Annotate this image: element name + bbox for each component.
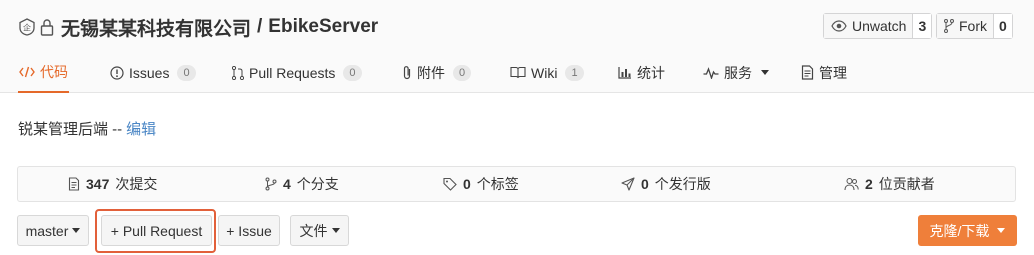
repo-stats-bar: 347 次提交 4 个分支 0 个标签 0 个发行版 2 位贡献者 — [17, 166, 1016, 202]
new-pull-request-button[interactable]: + Pull Request — [101, 215, 212, 246]
code-icon — [19, 66, 35, 78]
tab-statistics[interactable]: 统计 — [618, 52, 665, 93]
paperclip-icon — [402, 65, 412, 80]
tab-issues[interactable]: Issues 0 — [110, 52, 196, 93]
repo-path-separator: / — [257, 16, 263, 37]
tab-services[interactable]: 服务 — [703, 52, 769, 93]
chevron-down-icon — [761, 70, 769, 75]
fork-count[interactable]: 0 — [994, 14, 1012, 38]
wiki-count-badge: 1 — [565, 64, 584, 81]
stat-tags-value: 0 — [463, 176, 471, 192]
eye-icon — [831, 20, 847, 32]
pull-request-icon — [232, 65, 244, 80]
tab-wiki[interactable]: Wiki 1 — [510, 52, 584, 93]
issue-icon — [110, 65, 124, 80]
branch-icon — [265, 177, 277, 191]
stat-contributors[interactable]: 2 位贡献者 — [844, 167, 935, 201]
tab-pull-requests[interactable]: Pull Requests 0 — [232, 52, 362, 93]
chevron-down-icon — [72, 228, 81, 233]
repo-title: 企 无锡某某科技有限公司 / EbikeServer — [18, 12, 378, 42]
file-menu-button[interactable]: 文件 — [290, 215, 349, 246]
new-issue-button[interactable]: + Issue — [218, 215, 280, 246]
repo-owner-link[interactable]: 无锡某某科技有限公司 — [61, 14, 251, 41]
edit-description-link[interactable]: 编辑 — [126, 118, 156, 139]
stat-contributors-value: 2 — [865, 176, 873, 192]
repo-header: 企 无锡某某科技有限公司 / EbikeServer Unwatch 3 For… — [0, 0, 1034, 93]
stat-commits[interactable]: 347 次提交 — [68, 167, 157, 201]
chevron-down-icon — [331, 228, 340, 233]
pulse-icon — [703, 66, 719, 79]
branch-select-label: master — [25, 222, 69, 239]
stat-releases-value: 0 — [641, 176, 649, 192]
chevron-down-icon — [997, 228, 1006, 233]
repo-description-text: 锐某管理后端 -- — [18, 121, 123, 138]
release-icon — [621, 177, 635, 191]
stat-commits-value: 347 — [86, 176, 110, 192]
book-icon — [510, 66, 526, 79]
fork-group: Fork 0 — [936, 13, 1013, 39]
unwatch-label: Unwatch — [852, 18, 907, 34]
watch-count[interactable]: 3 — [913, 14, 932, 38]
tab-manage[interactable]: 管理 — [801, 52, 847, 93]
tag-icon — [443, 177, 457, 191]
tab-issues-label: Issues — [129, 64, 170, 81]
new-pull-request-label: + Pull Request — [110, 222, 203, 239]
tab-pull-requests-label: Pull Requests — [249, 64, 336, 81]
repo-tabs: 代码 Issues 0 Pull Requests 0 附件 0 Wiki 1 … — [0, 52, 1034, 93]
stat-contributors-label: 位贡献者 — [878, 176, 935, 192]
lock-icon — [40, 18, 54, 36]
issues-count-badge: 0 — [177, 64, 196, 81]
pull-requests-count-badge: 0 — [343, 64, 362, 81]
branch-select[interactable]: master — [17, 215, 89, 246]
fork-icon — [944, 19, 954, 33]
attachments-count-badge: 0 — [453, 64, 472, 81]
stat-releases-label: 个发行版 — [654, 176, 711, 192]
tab-manage-label: 管理 — [819, 64, 847, 81]
tab-attachments[interactable]: 附件 0 — [402, 52, 472, 93]
repo-name-link[interactable]: EbikeServer — [268, 16, 378, 38]
tab-statistics-label: 统计 — [637, 64, 665, 81]
contributors-icon — [844, 177, 859, 191]
stat-commits-label: 次提交 — [115, 176, 158, 192]
stat-branches[interactable]: 4 个分支 — [265, 167, 339, 201]
document-icon — [801, 65, 814, 80]
fork-button[interactable]: Fork — [937, 14, 994, 38]
unwatch-button[interactable]: Unwatch — [824, 14, 914, 38]
watch-group: Unwatch 3 — [823, 13, 933, 39]
stat-releases[interactable]: 0 个发行版 — [621, 167, 711, 201]
stat-tags-label: 个标签 — [476, 176, 519, 192]
clone-download-label: 克隆/下载 — [929, 222, 990, 239]
repo-description: 锐某管理后端 -- 编辑 — [18, 118, 156, 139]
tab-attachments-label: 附件 — [417, 64, 445, 81]
stat-branches-value: 4 — [283, 176, 291, 192]
tab-wiki-label: Wiki — [531, 64, 558, 81]
svg-text:企: 企 — [23, 23, 31, 33]
clone-download-button[interactable]: 克隆/下载 — [918, 215, 1017, 246]
tab-code-label: 代码 — [40, 63, 68, 80]
tab-code[interactable]: 代码 — [18, 52, 69, 93]
commit-icon — [68, 177, 80, 191]
fork-label: Fork — [959, 18, 987, 34]
bar-chart-icon — [618, 66, 632, 79]
enterprise-icon: 企 — [18, 18, 36, 36]
stat-tags[interactable]: 0 个标签 — [443, 167, 519, 201]
new-issue-label: + Issue — [226, 222, 272, 239]
stat-branches-label: 个分支 — [296, 176, 339, 192]
tab-services-label: 服务 — [724, 64, 752, 81]
file-menu-label: 文件 — [299, 222, 328, 239]
